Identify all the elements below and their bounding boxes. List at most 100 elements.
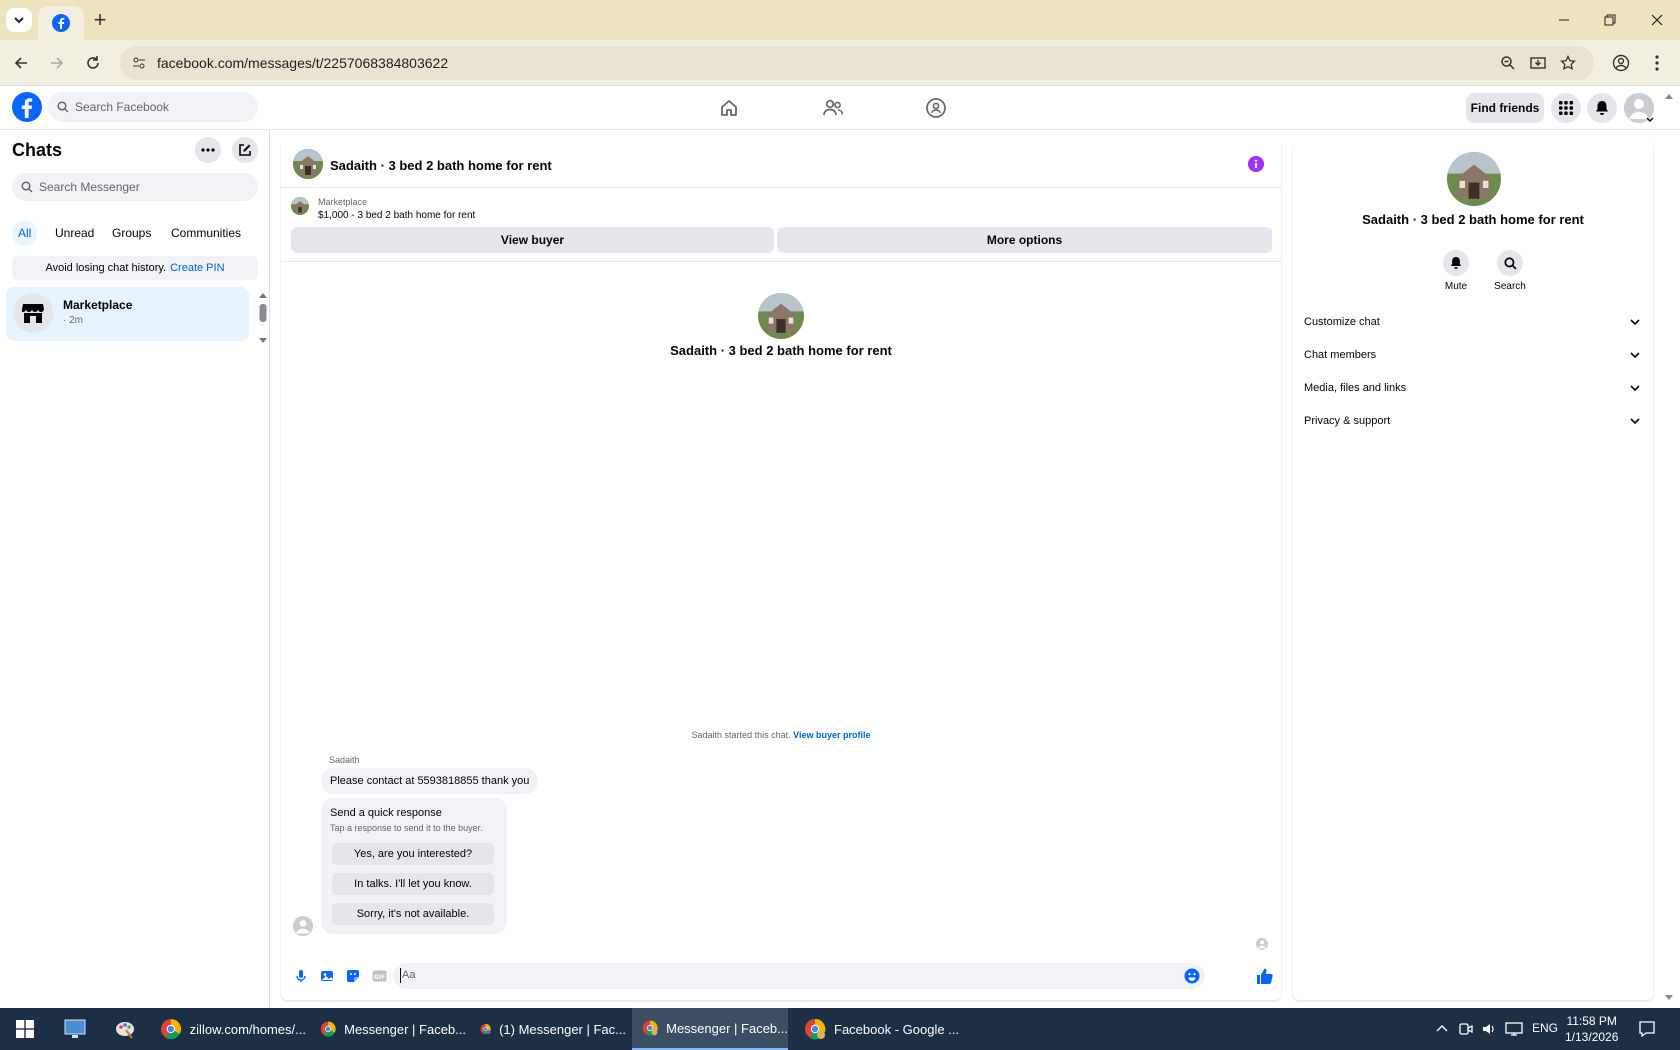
mute-button[interactable] [1443, 250, 1469, 276]
kebab-menu-icon [1655, 55, 1659, 71]
search-in-conversation-button[interactable] [1497, 250, 1523, 276]
friends-icon [823, 99, 844, 116]
section-media-files-links[interactable]: Media, files and links [1304, 375, 1640, 401]
view-buyer-button[interactable]: View buyer [291, 227, 774, 253]
gif-icon[interactable]: GIF [372, 969, 387, 983]
filter-communities[interactable]: Communities [165, 220, 247, 246]
scroll-up-arrow-icon[interactable] [1664, 92, 1674, 100]
filter-groups[interactable]: Groups [106, 220, 157, 246]
quick-response-option[interactable]: Yes, are you interested? [332, 843, 494, 865]
meet-now-icon[interactable] [1459, 1021, 1473, 1037]
filter-all[interactable]: All [12, 220, 38, 246]
conversation-info-button[interactable] [1248, 156, 1264, 172]
install-app-icon[interactable] [1530, 55, 1546, 71]
chat-started-notice: Sadaith started this chat. View buyer pr… [281, 730, 1281, 740]
taskbar-app-messenger-active[interactable]: Messenger | Faceb... [632, 1008, 788, 1050]
new-message-button[interactable] [232, 137, 258, 163]
view-buyer-profile-link[interactable]: View buyer profile [793, 730, 870, 740]
find-friends-button[interactable]: Find friends [1466, 93, 1544, 123]
messenger-search-input[interactable]: Search Messenger [12, 173, 258, 201]
browser-menu-button[interactable] [1643, 49, 1671, 77]
taskbar-time: 11:58 PM [1566, 1014, 1617, 1028]
section-chat-members[interactable]: Chat members [1304, 342, 1640, 368]
sticker-icon[interactable] [346, 969, 360, 983]
chat-list-scrollbar[interactable] [258, 290, 268, 350]
notifications-button[interactable] [1587, 93, 1617, 123]
message-composer-input[interactable]: Aa [393, 963, 1205, 989]
quick-response-option[interactable]: Sorry, it's not available. [332, 903, 494, 925]
back-button[interactable] [7, 49, 35, 77]
network-icon[interactable] [1505, 1021, 1523, 1037]
search-icon [21, 181, 33, 193]
forward-button[interactable] [43, 49, 71, 77]
chat-details-panel: Sadaith · 3 bed 2 bath home for rent Mut… [1293, 140, 1653, 1000]
taskbar-pinned-app[interactable] [110, 1008, 140, 1050]
new-tab-button[interactable]: + [88, 7, 112, 32]
url-text[interactable]: facebook.com/messages/t/2257068384803622 [157, 55, 448, 71]
filter-unread[interactable]: Unread [49, 220, 100, 246]
create-pin-link[interactable]: Create PIN [170, 262, 224, 274]
quick-response-option[interactable]: In talks. I'll let you know. [332, 873, 494, 895]
taskbar-app-messenger-1[interactable]: Messenger | Faceb... [318, 1008, 466, 1050]
reload-button[interactable] [79, 49, 107, 77]
bookmark-star-icon[interactable] [1560, 55, 1576, 71]
app-grid-icon [1559, 101, 1573, 115]
address-bar[interactable]: facebook.com/messages/t/2257068384803622 [120, 46, 1594, 80]
marketplace-store-icon [21, 304, 44, 323]
chevron-up-icon[interactable] [1436, 1024, 1448, 1032]
microphone-icon[interactable] [294, 969, 308, 983]
section-privacy-support[interactable]: Privacy & support [1304, 408, 1640, 434]
avatar-icon [293, 916, 313, 936]
taskbar-app-label: (1) Messenger | Fac... [499, 1021, 626, 1037]
listing-source-label: Marketplace [318, 197, 368, 207]
volume-icon[interactable] [1481, 1021, 1497, 1037]
listing-title[interactable]: $1,000 - 3 bed 2 bath home for rent [318, 210, 475, 221]
start-button[interactable] [10, 1008, 40, 1050]
restore-button[interactable] [1595, 8, 1625, 32]
chevron-down-icon [1646, 117, 1654, 122]
conversation-avatar[interactable] [293, 149, 323, 179]
close-window-button[interactable] [1642, 8, 1672, 32]
more-options-button[interactable]: More options [777, 227, 1272, 253]
conversation-title[interactable]: Sadaith · 3 bed 2 bath home for rent [330, 158, 552, 173]
chat-options-button[interactable] [195, 137, 221, 163]
close-icon [1651, 14, 1663, 26]
chat-item-marketplace[interactable]: Marketplace · 2m [6, 287, 249, 341]
profile-button[interactable] [1607, 49, 1635, 77]
sender-avatar[interactable] [293, 916, 313, 936]
attach-photo-icon[interactable] [320, 969, 334, 983]
facebook-search-placeholder: Search Facebook [75, 100, 170, 114]
chat-started-text: Sadaith started this chat. [691, 730, 791, 740]
nav-groups[interactable] [916, 92, 956, 124]
thumbs-up-icon[interactable] [1256, 967, 1274, 985]
minimize-button[interactable] [1549, 8, 1579, 32]
arrow-right-icon [51, 57, 64, 69]
message-bubble[interactable]: Please contact at 5593818855 thank you [321, 768, 539, 794]
zoom-icon[interactable] [1500, 55, 1516, 71]
taskbar-pinned-app[interactable] [60, 1008, 90, 1050]
language-indicator[interactable]: ENG [1532, 1021, 1558, 1035]
pin-notice-text: Avoid losing chat history. [45, 262, 167, 274]
scroll-down-arrow-icon[interactable] [1664, 994, 1674, 1002]
site-settings-icon[interactable] [132, 56, 146, 70]
menu-button[interactable] [1551, 93, 1581, 123]
nav-friends[interactable] [813, 92, 853, 124]
details-title: Sadaith · 3 bed 2 bath home for rent [1362, 212, 1584, 227]
taskbar-clock[interactable]: 11:58 PM 1/13/2026 [1565, 1013, 1618, 1045]
taskbar-app-messenger-2[interactable]: (1) Messenger | Fac... [478, 1008, 626, 1050]
conversation-header: Sadaith · 3 bed 2 bath home for rent [281, 140, 1281, 188]
taskbar-app-facebook-chrome[interactable]: Facebook - Google ... [802, 1008, 962, 1050]
section-label: Media, files and links [1304, 382, 1407, 394]
facebook-logo-icon[interactable] [12, 92, 42, 122]
bell-icon [1450, 257, 1462, 269]
section-customize-chat[interactable]: Customize chat [1304, 309, 1640, 335]
notification-center-icon[interactable] [1638, 1020, 1656, 1038]
tab-search-button[interactable] [6, 8, 32, 32]
quick-response-card: Send a quick response Tap a response to … [321, 798, 507, 934]
emoji-icon[interactable] [1184, 968, 1200, 984]
bell-icon [1596, 101, 1608, 115]
facebook-search-input[interactable]: Search Facebook [48, 92, 258, 122]
nav-home[interactable] [709, 92, 749, 124]
taskbar-app-zillow[interactable]: zillow.com/homes/... [158, 1008, 306, 1050]
browser-tab-facebook[interactable] [38, 6, 84, 40]
